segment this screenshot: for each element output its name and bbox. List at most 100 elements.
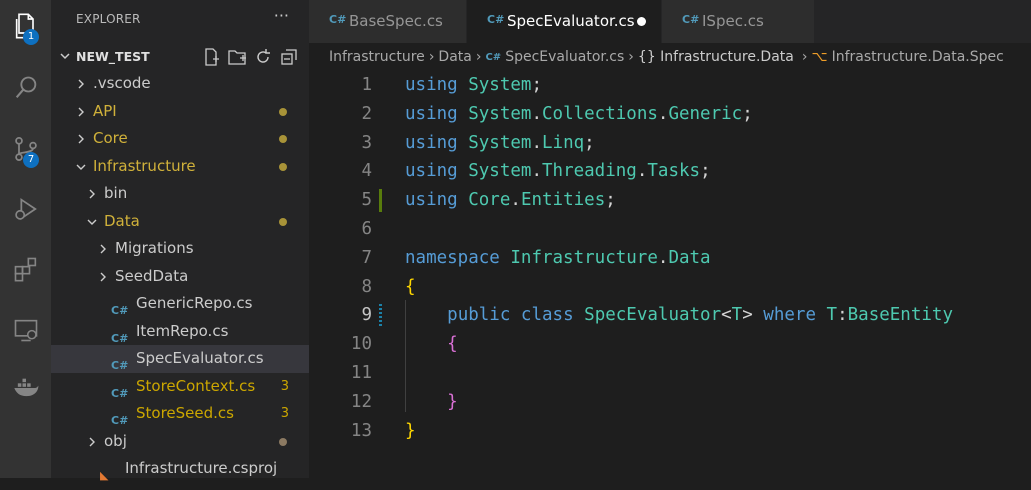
extensions-activity-button[interactable] <box>0 245 51 293</box>
code-line[interactable]: 2 using System.Collections.Generic; <box>309 100 1031 129</box>
tree-item-label: StoreSeed.cs <box>136 404 234 422</box>
code-line[interactable]: 13} <box>309 417 1031 446</box>
breadcrumb-item[interactable]: Infrastructure.Data.Spec <box>832 49 1004 65</box>
code-line[interactable]: 6 <box>309 215 1031 244</box>
tab-basespec[interactable]: C# BaseSpec.cs <box>309 0 466 43</box>
gutter-added-marker[interactable] <box>379 189 382 213</box>
code-line[interactable]: 8{ <box>309 273 1031 302</box>
file-tree: .vscode API Core Infrastructure bin Data Migra… <box>51 70 309 483</box>
code-token: System <box>468 132 532 153</box>
code-line[interactable]: 7 namespace Infrastructure.Data <box>309 244 1031 273</box>
code-line[interactable]: 11 <box>309 359 1031 388</box>
code-line[interactable]: 4 using System.Threading.Tasks; <box>309 157 1031 186</box>
line-number: 1 <box>361 75 372 95</box>
docker-activity-button[interactable] <box>0 364 51 412</box>
unsaved-dot-icon[interactable] <box>637 17 646 26</box>
chevron-right-icon: › <box>475 49 482 65</box>
remote-explorer-activity-button[interactable] <box>0 306 51 354</box>
code-token: class <box>520 305 574 326</box>
breadcrumb-item[interactable]: Data <box>438 49 471 65</box>
search-icon <box>15 76 36 99</box>
code-line[interactable]: 1 using System; <box>309 71 1031 100</box>
tree-file[interactable]: C# SpecEvaluator.cs <box>51 345 309 373</box>
breadcrumb-item[interactable]: Infrastructure <box>329 49 425 65</box>
tree-file[interactable]: C# StoreSeed.cs 3 <box>51 400 309 428</box>
tree-folder[interactable]: Core <box>51 125 309 153</box>
tree-item-label: StoreContext.cs <box>136 376 256 395</box>
line-number: 7 <box>361 247 372 268</box>
code-line[interactable]: 12 } <box>309 388 1031 417</box>
tree-folder[interactable]: Migrations <box>51 235 309 263</box>
code-line[interactable]: 10 { <box>309 330 1031 359</box>
code-token: ; <box>742 103 753 124</box>
code-token: T <box>731 305 743 326</box>
code-line[interactable]: 9 public class SpecEvaluator<T> where T:… <box>309 301 1031 330</box>
docker-icon <box>13 378 38 397</box>
tree-folder[interactable]: Infrastructure <box>51 153 309 181</box>
tree-folder[interactable]: obj <box>51 428 309 456</box>
code-token: } <box>405 420 416 441</box>
code-token: Threading <box>542 161 637 182</box>
chevron-right-icon: › <box>801 49 808 65</box>
code-line[interactable]: 5 using Core.Entities; <box>309 186 1031 215</box>
tree-file[interactable]: C# ItemRepo.cs <box>51 318 309 346</box>
source-control-badge: 7 <box>23 152 39 168</box>
tree-folder[interactable]: SeedData <box>51 263 309 291</box>
new-file-icon[interactable] <box>201 47 221 67</box>
tree-item-label: ItemRepo.cs <box>136 321 229 340</box>
search-activity-button[interactable] <box>0 64 51 112</box>
modified-dot-icon <box>279 437 287 446</box>
code-token: using <box>405 132 458 153</box>
tree-folder[interactable]: bin <box>51 180 309 208</box>
csharp-file-icon: C# <box>682 13 700 26</box>
tree-folder[interactable]: .vscode <box>51 70 309 98</box>
line-number: 3 <box>361 132 372 153</box>
run-debug-icon <box>14 198 37 220</box>
tree-file[interactable]: C# StoreContext.cs 3 <box>51 373 309 401</box>
tree-item-label: Core <box>93 129 128 147</box>
code-token: Generic <box>668 103 743 124</box>
tree-item-label: bin <box>104 184 128 202</box>
tab-ispec[interactable]: C# ISpec.cs <box>662 0 814 43</box>
csharp-file-icon: C# <box>329 13 347 26</box>
refresh-icon[interactable] <box>253 47 273 67</box>
tab-label: ISpec.cs <box>702 12 764 30</box>
explorer-activity-button[interactable]: 1 <box>0 2 51 50</box>
collapse-all-icon[interactable] <box>279 47 299 67</box>
gutter-modified-marker[interactable] <box>379 304 382 328</box>
tree-file[interactable]: ◣ Infrastructure.csproj <box>51 455 309 483</box>
tab-label: BaseSpec.cs <box>349 12 443 30</box>
code-token: . <box>531 132 542 153</box>
tree-folder[interactable]: Data <box>51 208 309 236</box>
breadcrumb-item[interactable]: SpecEvaluator.cs <box>505 49 624 65</box>
workspace-folder-header[interactable]: NEW_TEST <box>51 44 309 70</box>
source-control-activity-button[interactable]: 7 <box>0 125 51 173</box>
line-number: 12 <box>350 391 372 412</box>
run-debug-activity-button[interactable] <box>0 185 51 233</box>
chevron-right-icon <box>78 107 84 116</box>
explorer-badge: 1 <box>23 29 39 45</box>
code-line[interactable]: 3 using System.Linq; <box>309 129 1031 158</box>
new-folder-icon[interactable] <box>227 47 247 67</box>
line-number: 8 <box>361 276 372 297</box>
tree-item-label: Infrastructure.csproj <box>125 459 278 477</box>
code-text: using System.Threading.Tasks; <box>405 157 711 186</box>
extensions-icon <box>14 257 36 282</box>
tree-item-label: obj <box>104 431 127 450</box>
more-actions-button[interactable]: ··· <box>274 6 289 25</box>
tab-specevaluator[interactable]: C# SpecEvaluator.cs <box>467 0 661 43</box>
tree-file[interactable]: C# GenericRepo.cs <box>51 290 309 318</box>
chevron-down-icon <box>87 219 97 225</box>
code-text: { <box>405 273 416 302</box>
code-text: public class SpecEvaluator<T> where T:Ba… <box>405 301 953 330</box>
code-text: } <box>405 417 416 446</box>
code-editor[interactable]: 1 using System; 2 using System.Collections.… <box>309 71 1031 445</box>
code-token: System <box>468 75 532 95</box>
breadcrumb-item[interactable]: {} Infrastructure.Data <box>638 49 794 65</box>
tree-folder[interactable]: API <box>51 98 309 126</box>
explorer-sidebar: EXPLORER ··· NEW_TEST .vscode API Core Infr… <box>51 0 309 482</box>
